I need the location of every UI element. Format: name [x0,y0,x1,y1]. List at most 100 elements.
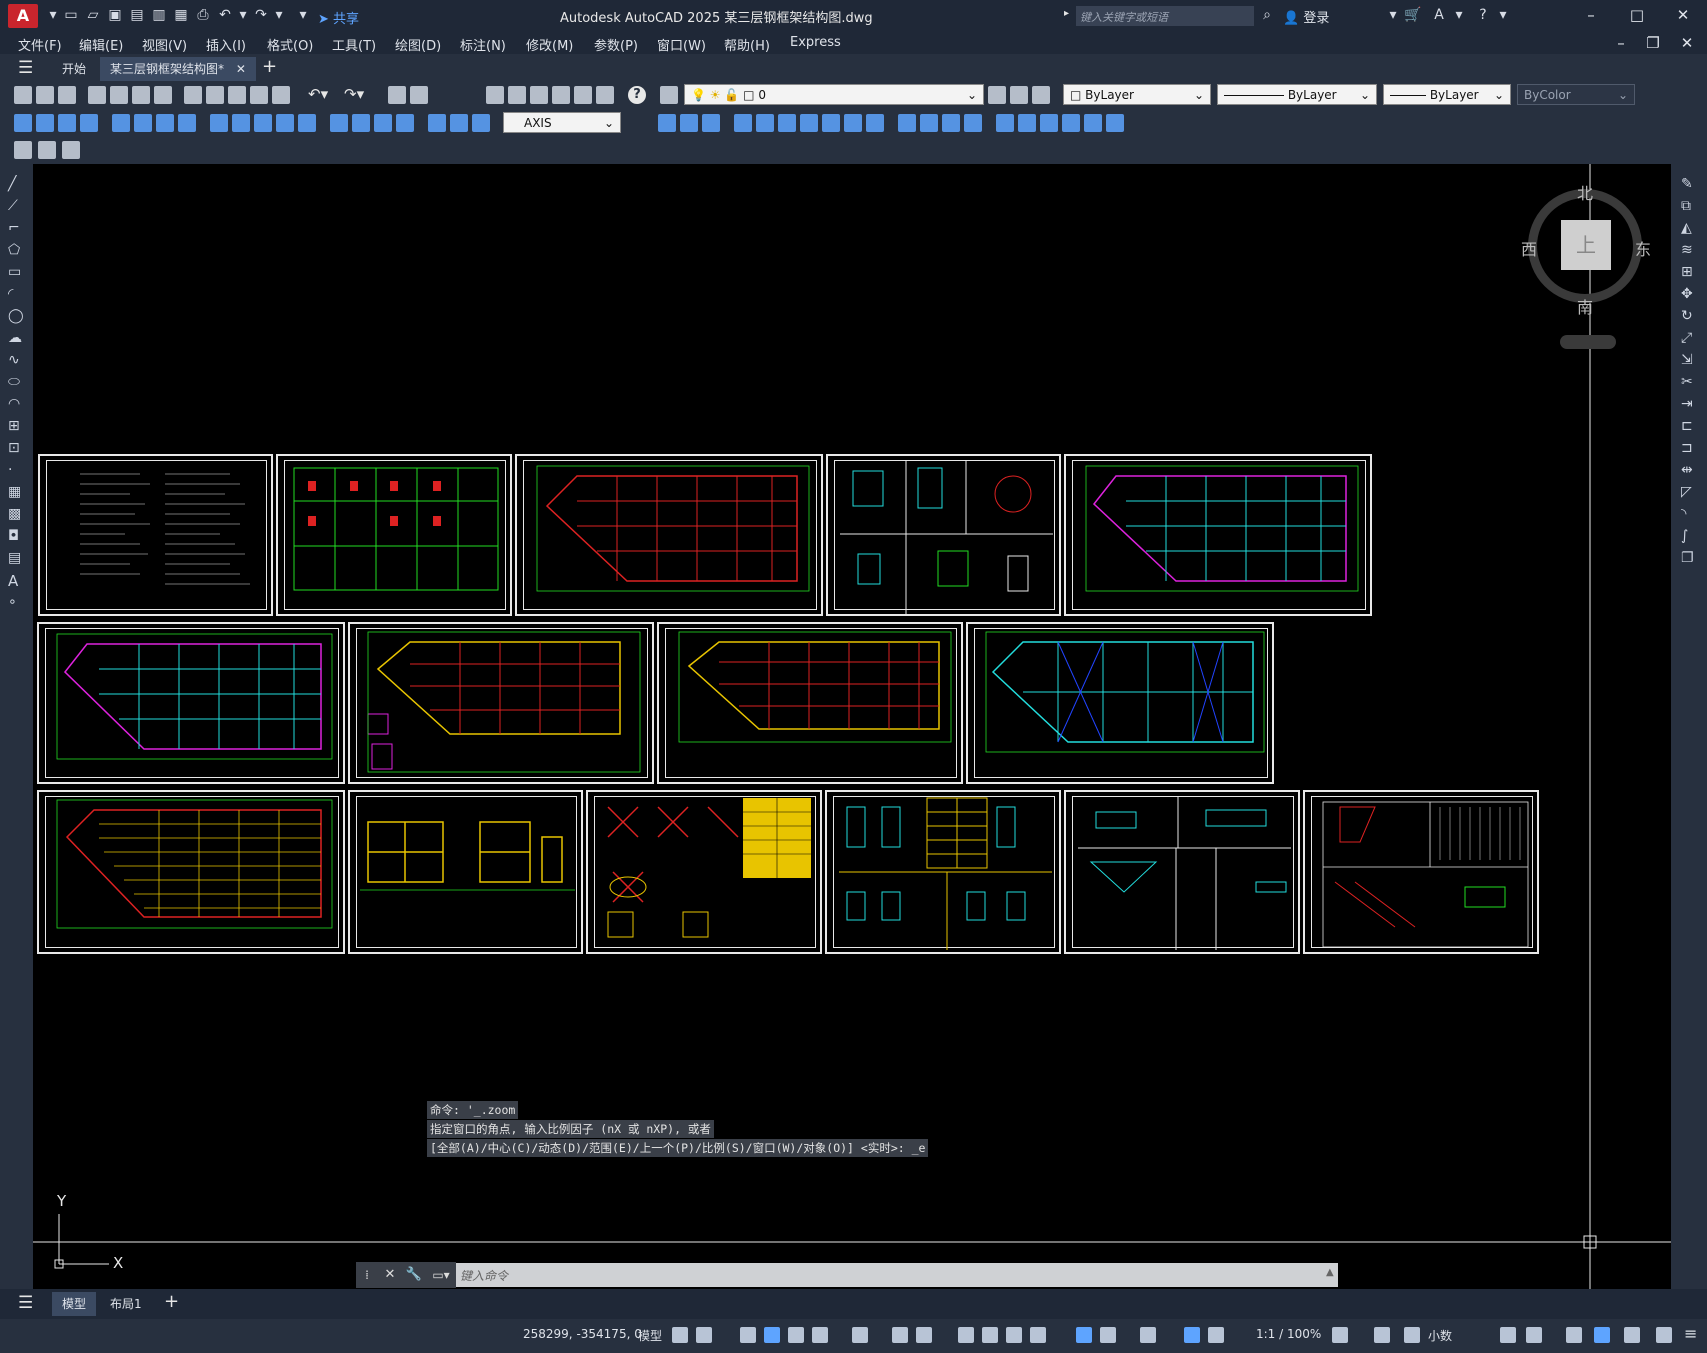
lineweight-display-icon[interactable] [958,1327,974,1343]
text-edit-icon[interactable] [14,141,32,159]
calculator-icon[interactable] [596,86,614,104]
menu-insert[interactable]: 插入(I) [206,35,246,54]
open-icon[interactable] [36,86,54,104]
construction-line-icon[interactable]: ⟋ [8,198,25,215]
drawing-sheet[interactable] [515,454,823,616]
ortho-icon[interactable] [788,1327,804,1343]
menu-file[interactable]: 文件(F) [18,35,62,54]
mirror-icon[interactable]: ◭ [1681,220,1692,236]
save-as-icon[interactable]: ▤ [128,6,146,24]
units-icon[interactable] [1404,1327,1420,1343]
ellipse-icon[interactable]: ⬭ [8,374,25,391]
extend-icon[interactable]: ⇥ [1681,396,1693,412]
coordinates-readout[interactable]: 258299, -354175, 0 [523,1327,642,1341]
revision-cloud-icon[interactable]: ☁ [8,330,25,347]
center-mark-icon[interactable] [352,114,370,132]
menu-view[interactable]: 视图(V) [142,35,187,54]
open-web-icon[interactable]: ▥ [150,6,168,24]
undo-icon[interactable]: ↶ [216,6,234,24]
object-snap-tracking-icon[interactable] [892,1327,908,1343]
solid-extract-icon[interactable] [898,114,916,132]
redo-dropdown-icon[interactable]: ▾ [270,6,288,24]
object-snap-icon[interactable] [916,1327,932,1343]
array-icon[interactable]: ⊞ [1681,264,1693,280]
pan-icon[interactable] [388,86,406,104]
drawing-sheet[interactable] [37,622,345,784]
add-selected-icon[interactable]: ∘ [8,594,25,611]
drawing-sheet[interactable] [1064,454,1372,616]
dim-space-icon[interactable] [276,114,294,132]
solid-shell-icon[interactable] [964,114,982,132]
hardware-acceleration-icon[interactable] [1594,1327,1610,1343]
diameter-dim-icon[interactable] [156,114,174,132]
solid-extrude-icon[interactable] [680,114,698,132]
open-file-icon[interactable]: ▱ [84,6,102,24]
fullscreen-icon[interactable] [1656,1327,1672,1343]
solid-delete-icon[interactable] [1084,114,1102,132]
viewcube-south[interactable]: 南 [1577,294,1593,318]
copy-object-icon[interactable]: ⧉ [1681,198,1691,214]
dim-update-icon[interactable] [472,114,490,132]
zoom-realtime-icon[interactable] [410,86,428,104]
move-icon[interactable]: ✥ [1681,286,1693,302]
autocad-logo[interactable]: A [8,4,38,28]
tab-start[interactable]: 开始 [52,57,96,81]
solid-box-icon[interactable] [658,114,676,132]
blend-curves-icon[interactable]: ∫ [1681,528,1688,544]
viewcube-west[interactable]: 西 [1521,236,1537,260]
markup-icon[interactable] [574,86,592,104]
help-icon-2[interactable]: ? [628,86,646,104]
undo-dropdown-icon[interactable]: ▾ [234,6,252,24]
linear-dim-icon[interactable] [14,114,32,132]
tab-close-icon[interactable]: ✕ [236,62,246,76]
solid-separate-icon[interactable] [942,114,960,132]
color-dropdown[interactable]: □ ByLayer ⌄ [1063,84,1211,105]
trim-icon[interactable]: ✂ [1681,374,1693,390]
drawing-sheet[interactable] [966,622,1274,784]
close-button[interactable]: ✕ [1668,4,1698,26]
gradient-icon[interactable]: ▩ [8,506,25,523]
annotation-scale[interactable]: 1:1 / 100% [1256,1327,1321,1341]
auto-scale-icon[interactable] [1208,1327,1224,1343]
publish-icon[interactable] [132,86,150,104]
tab-document[interactable]: 某三层钢框架结构图* ✕ [100,57,256,81]
solid-imprint-icon[interactable] [920,114,938,132]
design-center-icon[interactable] [508,86,526,104]
chamfer-icon[interactable]: ◸ [1681,484,1692,500]
polar-tracking-icon[interactable] [812,1327,828,1343]
dimstyle-dropdown[interactable]: AXIS ⌄ [503,112,621,133]
solid-intersect-icon[interactable] [778,114,796,132]
command-grip-icon[interactable]: ⁞ [356,1262,378,1288]
hatch-icon[interactable]: ▦ [8,484,25,501]
sheet-set-icon[interactable] [552,86,570,104]
menu-window[interactable]: 窗口(W) [657,35,706,54]
radius-dim-icon[interactable] [112,114,130,132]
solid-taper-icon[interactable] [1018,114,1036,132]
save-web-icon[interactable]: ▦ [172,6,190,24]
rectangle-icon[interactable]: ▭ [8,264,25,281]
fillet-icon[interactable]: ◝ [1681,506,1686,522]
new-file-icon[interactable]: ▭ [62,6,80,24]
drawing-sheet[interactable] [586,790,822,954]
solid-union-icon[interactable] [734,114,752,132]
save-icon-2[interactable] [58,86,76,104]
drawing-sheet[interactable] [1064,790,1300,954]
lineweight-dropdown[interactable]: ByLayer ⌄ [1383,84,1511,105]
3d-object-snap-icon[interactable] [1030,1327,1046,1343]
menu-tools[interactable]: 工具(T) [332,35,376,54]
circle-icon[interactable]: ◯ [8,308,25,325]
ellipse-arc-icon[interactable]: ◠ [8,396,25,413]
polyline-icon[interactable]: ⌐ [8,220,25,237]
lock-ui-icon[interactable] [1526,1327,1542,1343]
jogged-linear-icon[interactable] [396,114,414,132]
annotation-visibility-icon[interactable] [1184,1327,1200,1343]
inspection-icon[interactable] [374,114,392,132]
isolate-objects-icon[interactable] [1566,1327,1582,1343]
arc-icon[interactable]: ◜ [8,286,25,303]
aligned-dim-icon[interactable] [36,114,54,132]
drawing-sheet[interactable] [826,454,1061,616]
viewcube-east[interactable]: 东 [1635,236,1651,260]
join-icon[interactable]: ⇹ [1681,462,1693,478]
make-block-icon[interactable]: ⊡ [8,440,25,457]
signin-button[interactable]: 👤 登录 [1283,7,1329,26]
